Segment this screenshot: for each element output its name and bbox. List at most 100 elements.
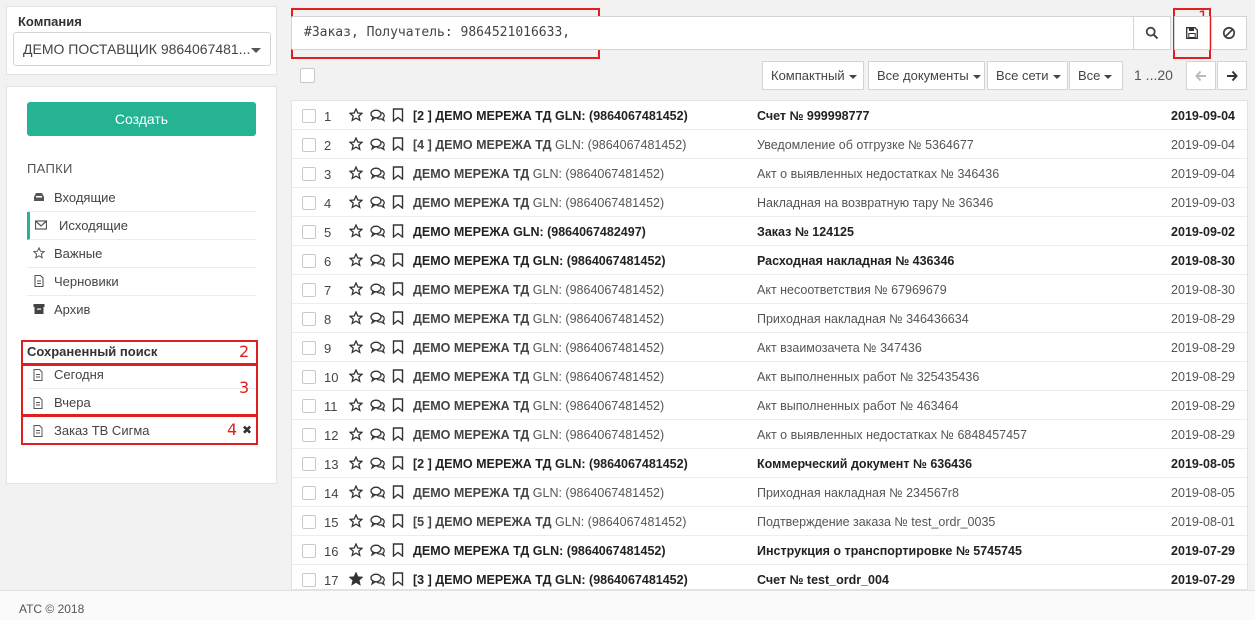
next-page-button[interactable] bbox=[1217, 61, 1247, 90]
bookmark-icon[interactable] bbox=[392, 195, 404, 209]
row-checkbox[interactable] bbox=[302, 573, 316, 587]
table-row[interactable]: 9 ДЕМО МЕРЕЖА ТД GLN: (9864067481452) Акт … bbox=[292, 333, 1247, 362]
sidebar-item-archive[interactable]: Архив bbox=[27, 296, 256, 324]
comments-icon[interactable] bbox=[370, 428, 386, 441]
search-button[interactable] bbox=[1133, 16, 1171, 50]
star-icon[interactable] bbox=[349, 456, 363, 470]
bookmark-icon[interactable] bbox=[392, 543, 404, 557]
table-row[interactable]: 5 ДЕМО МЕРЕЖА GLN: (9864067482497) Заказ №… bbox=[292, 217, 1247, 246]
bookmark-icon[interactable] bbox=[392, 137, 404, 151]
bookmark-icon[interactable] bbox=[392, 369, 404, 383]
row-checkbox[interactable] bbox=[302, 370, 316, 384]
comments-icon[interactable] bbox=[370, 486, 386, 499]
star-icon[interactable] bbox=[349, 485, 363, 499]
table-row[interactable]: 4 ДЕМО МЕРЕЖА ТД GLN: (9864067481452) Накл… bbox=[292, 188, 1247, 217]
clear-search-button[interactable] bbox=[1211, 16, 1247, 50]
view-mode-dropdown[interactable]: Компактный bbox=[762, 61, 864, 90]
star-icon[interactable] bbox=[349, 311, 363, 325]
sidebar-item-important[interactable]: Важные bbox=[27, 240, 256, 268]
company-select[interactable]: ДЕМО ПОСТАВЩИК 9864067481... bbox=[13, 32, 271, 66]
bookmark-icon[interactable] bbox=[392, 224, 404, 238]
table-row[interactable]: 7 ДЕМО МЕРЕЖА ТД GLN: (9864067481452) Акт … bbox=[292, 275, 1247, 304]
bookmark-icon[interactable] bbox=[392, 485, 404, 499]
table-row[interactable]: 8 ДЕМО МЕРЕЖА ТД GLN: (9864067481452) Прих… bbox=[292, 304, 1247, 333]
row-checkbox[interactable] bbox=[302, 283, 316, 297]
comments-icon[interactable] bbox=[370, 312, 386, 325]
select-all-checkbox[interactable] bbox=[300, 68, 315, 83]
table-row[interactable]: 15 [5 ] ДЕМО МЕРЕЖА ТД GLN: (986406748145… bbox=[292, 507, 1247, 536]
networks-filter-dropdown[interactable]: Все сети bbox=[987, 61, 1068, 90]
sidebar-item-drafts[interactable]: Черновики bbox=[27, 268, 256, 296]
comments-icon[interactable] bbox=[370, 515, 386, 528]
bookmark-icon[interactable] bbox=[392, 108, 404, 122]
bookmark-icon[interactable] bbox=[392, 427, 404, 441]
row-checkbox[interactable] bbox=[302, 399, 316, 413]
row-checkbox[interactable] bbox=[302, 428, 316, 442]
star-icon[interactable] bbox=[349, 108, 363, 122]
star-icon[interactable] bbox=[349, 369, 363, 383]
comments-icon[interactable] bbox=[370, 225, 386, 238]
row-checkbox[interactable] bbox=[302, 312, 316, 326]
row-checkbox[interactable] bbox=[302, 544, 316, 558]
row-checkbox[interactable] bbox=[302, 457, 316, 471]
comments-icon[interactable] bbox=[370, 457, 386, 470]
comments-icon[interactable] bbox=[370, 573, 386, 586]
table-row[interactable]: 6 ДЕМО МЕРЕЖА ТД GLN: (9864067481452) Расх… bbox=[292, 246, 1247, 275]
comments-icon[interactable] bbox=[370, 254, 386, 267]
sidebar-item-inbox[interactable]: Входящие bbox=[27, 184, 256, 212]
bookmark-icon[interactable] bbox=[392, 572, 404, 586]
star-icon[interactable] bbox=[349, 224, 363, 238]
star-icon[interactable] bbox=[349, 543, 363, 557]
bookmark-icon[interactable] bbox=[392, 253, 404, 267]
create-button[interactable]: Создать bbox=[27, 102, 256, 136]
star-icon[interactable] bbox=[349, 340, 363, 354]
bookmark-icon[interactable] bbox=[392, 340, 404, 354]
table-row[interactable]: 13 [2 ] ДЕМО МЕРЕЖА ТД GLN: (986406748145… bbox=[292, 449, 1247, 478]
star-icon[interactable] bbox=[349, 137, 363, 151]
comments-icon[interactable] bbox=[370, 196, 386, 209]
bookmark-icon[interactable] bbox=[392, 282, 404, 296]
star-icon[interactable] bbox=[349, 398, 363, 412]
table-row[interactable]: 1 [2 ] ДЕМО МЕРЕЖА ТД GLN: (9864067481452… bbox=[292, 101, 1247, 130]
row-checkbox[interactable] bbox=[302, 109, 316, 123]
row-checkbox[interactable] bbox=[302, 341, 316, 355]
table-row[interactable]: 2 [4 ] ДЕМО МЕРЕЖА ТД GLN: (9864067481452… bbox=[292, 130, 1247, 159]
comments-icon[interactable] bbox=[370, 399, 386, 412]
star-icon[interactable] bbox=[349, 282, 363, 296]
star-icon[interactable] bbox=[349, 253, 363, 267]
row-checkbox[interactable] bbox=[302, 515, 316, 529]
table-row[interactable]: 3 ДЕМО МЕРЕЖА ТД GLN: (9864067481452) Акт … bbox=[292, 159, 1247, 188]
save-search-button[interactable] bbox=[1174, 16, 1210, 50]
comments-icon[interactable] bbox=[370, 167, 386, 180]
table-row[interactable]: 14 ДЕМО МЕРЕЖА ТД GLN: (9864067481452) При… bbox=[292, 478, 1247, 507]
search-input[interactable]: #Заказ, Получатель: 9864521016633, bbox=[291, 16, 1171, 50]
table-row[interactable]: 16 ДЕМО МЕРЕЖА ТД GLN: (9864067481452) Инс… bbox=[292, 536, 1247, 565]
bookmark-icon[interactable] bbox=[392, 456, 404, 470]
bookmark-icon[interactable] bbox=[392, 398, 404, 412]
star-icon[interactable] bbox=[349, 572, 363, 586]
documents-filter-dropdown[interactable]: Все документы bbox=[868, 61, 985, 90]
comments-icon[interactable] bbox=[370, 283, 386, 296]
previous-page-button[interactable] bbox=[1186, 61, 1216, 90]
row-checkbox[interactable] bbox=[302, 167, 316, 181]
star-icon[interactable] bbox=[349, 514, 363, 528]
row-checkbox[interactable] bbox=[302, 196, 316, 210]
bookmark-icon[interactable] bbox=[392, 166, 404, 180]
row-checkbox[interactable] bbox=[302, 225, 316, 239]
table-row[interactable]: 10 ДЕМО МЕРЕЖА ТД GLN: (9864067481452) Акт… bbox=[292, 362, 1247, 391]
star-icon[interactable] bbox=[349, 166, 363, 180]
star-icon[interactable] bbox=[349, 427, 363, 441]
comments-icon[interactable] bbox=[370, 544, 386, 557]
row-checkbox[interactable] bbox=[302, 486, 316, 500]
row-checkbox[interactable] bbox=[302, 254, 316, 268]
star-icon[interactable] bbox=[349, 195, 363, 209]
comments-icon[interactable] bbox=[370, 109, 386, 122]
table-row[interactable]: 12 ДЕМО МЕРЕЖА ТД GLN: (9864067481452) Акт… bbox=[292, 420, 1247, 449]
row-checkbox[interactable] bbox=[302, 138, 316, 152]
bookmark-icon[interactable] bbox=[392, 514, 404, 528]
sidebar-item-outbox[interactable]: Исходящие bbox=[27, 212, 256, 240]
comments-icon[interactable] bbox=[370, 138, 386, 151]
comments-icon[interactable] bbox=[370, 370, 386, 383]
comments-icon[interactable] bbox=[370, 341, 386, 354]
table-row[interactable]: 17 [3 ] ДЕМО МЕРЕЖА ТД GLN: (986406748145… bbox=[292, 565, 1247, 589]
